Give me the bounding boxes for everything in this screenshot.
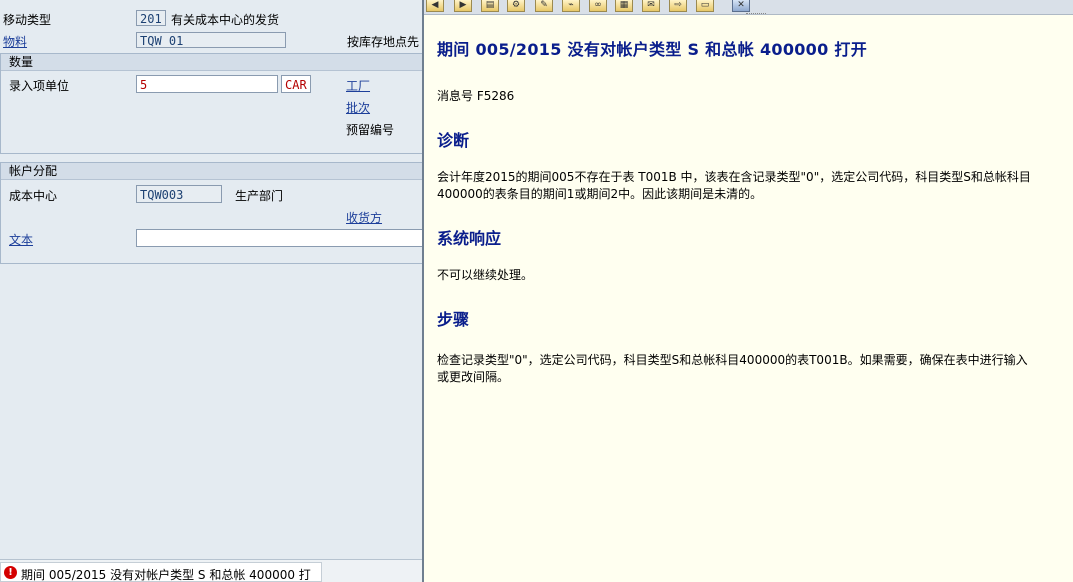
movement-type-desc: 有关成本中心的发货: [171, 13, 280, 27]
unit-input[interactable]: CAR: [281, 75, 311, 93]
settings-icon[interactable]: ⚙: [507, 0, 525, 12]
cost-center-label: 成本中心: [9, 189, 58, 203]
help-title: 期间 005/2015 没有对帐户类型 S 和总帐 400000 打开: [437, 40, 868, 59]
note-icon[interactable]: ✉: [642, 0, 660, 12]
back-icon[interactable]: ◀: [426, 0, 444, 12]
performance-assistant-window: ◀ ▶ ▤ ⚙ ✎ ⌁ ∞ ▦ ✉ ⇨ ▭ ✕ 期间 005/2015 没有对帐…: [422, 0, 1073, 582]
status-text: 期间 005/2015 没有对帐户类型 S 和总帐 400000 打开: [21, 568, 311, 582]
print-icon[interactable]: ▭: [696, 0, 714, 12]
edit-icon[interactable]: ✎: [535, 0, 553, 12]
help-content: 期间 005/2015 没有对帐户类型 S 和总帐 400000 打开 消息号 …: [437, 36, 1065, 408]
entry-unit-label: 录入项单位: [9, 79, 70, 93]
book-icon[interactable]: ▤: [481, 0, 499, 12]
movement-type-label: 移动类型: [3, 13, 52, 27]
quantity-group-title: 数量: [1, 54, 425, 71]
diagnosis-heading: 诊断: [437, 131, 470, 150]
material-field[interactable]: TQW_01: [136, 32, 286, 48]
forward-icon[interactable]: ▶: [454, 0, 472, 12]
plant-label[interactable]: 工厂: [346, 77, 370, 94]
print-preview-icon[interactable]: ▦: [615, 0, 633, 12]
status-bar: ! 期间 005/2015 没有对帐户类型 S 和总帐 400000 打开: [0, 559, 425, 582]
diagnosis-line-2: 400000的表条目的期间1或期间2中。因此该期间是未清的。: [437, 187, 763, 201]
batch-label[interactable]: 批次: [346, 99, 370, 116]
link-icon[interactable]: ∞: [589, 0, 607, 12]
goods-movement-form: 移动类型 201 有关成本中心的发货 物料 TQW_01 按库存地点先 数量 录…: [0, 0, 425, 582]
storage-location-label: 按库存地点先: [347, 35, 420, 49]
close-icon[interactable]: ✕: [732, 0, 750, 12]
message-number: 消息号 F5286: [437, 89, 515, 103]
system-response-heading: 系统响应: [437, 229, 502, 248]
cost-center-desc: 生产部门: [235, 189, 284, 203]
cost-center-field[interactable]: TQW003: [136, 185, 222, 203]
entry-quantity-input[interactable]: 5: [136, 75, 278, 93]
text-label[interactable]: 文本: [9, 231, 33, 248]
material-label[interactable]: 物料: [3, 33, 27, 50]
help-toolbar: ◀ ▶ ▤ ⚙ ✎ ⌁ ∞ ▦ ✉ ⇨ ▭ ✕: [424, 0, 1073, 15]
procedure-text: 检查记录类型"0"，选定公司代码，科目类型S和总帐科目400000的表T001B…: [437, 352, 1065, 386]
recipient-label[interactable]: 收货方: [346, 209, 382, 226]
procedure-line-1: 检查记录类型"0"，选定公司代码，科目类型S和总帐科目400000的表T001B…: [437, 353, 1028, 367]
status-message[interactable]: ! 期间 005/2015 没有对帐户类型 S 和总帐 400000 打开: [0, 562, 322, 582]
movement-type-field[interactable]: 201: [136, 10, 166, 26]
procedure-line-2: 或更改间隔。: [437, 370, 510, 384]
export-icon[interactable]: ⇨: [669, 0, 687, 12]
resize-grip[interactable]: [746, 13, 766, 17]
error-icon: !: [4, 566, 17, 579]
system-response-text: 不可以继续处理。: [437, 268, 534, 282]
diagnosis-text: 会计年度2015的期间005不存在于表 T001B 中，该表在含记录类型"0"，…: [437, 169, 1065, 203]
text-input[interactable]: [136, 229, 425, 247]
account-group-title: 帐户分配: [1, 163, 425, 180]
reservation-label: 预留编号: [346, 123, 395, 137]
diagnosis-line-1: 会计年度2015的期间005不存在于表 T001B 中，该表在含记录类型"0"，…: [437, 170, 1031, 184]
procedure-heading: 步骤: [437, 310, 470, 329]
pin-icon[interactable]: ⌁: [562, 0, 580, 12]
